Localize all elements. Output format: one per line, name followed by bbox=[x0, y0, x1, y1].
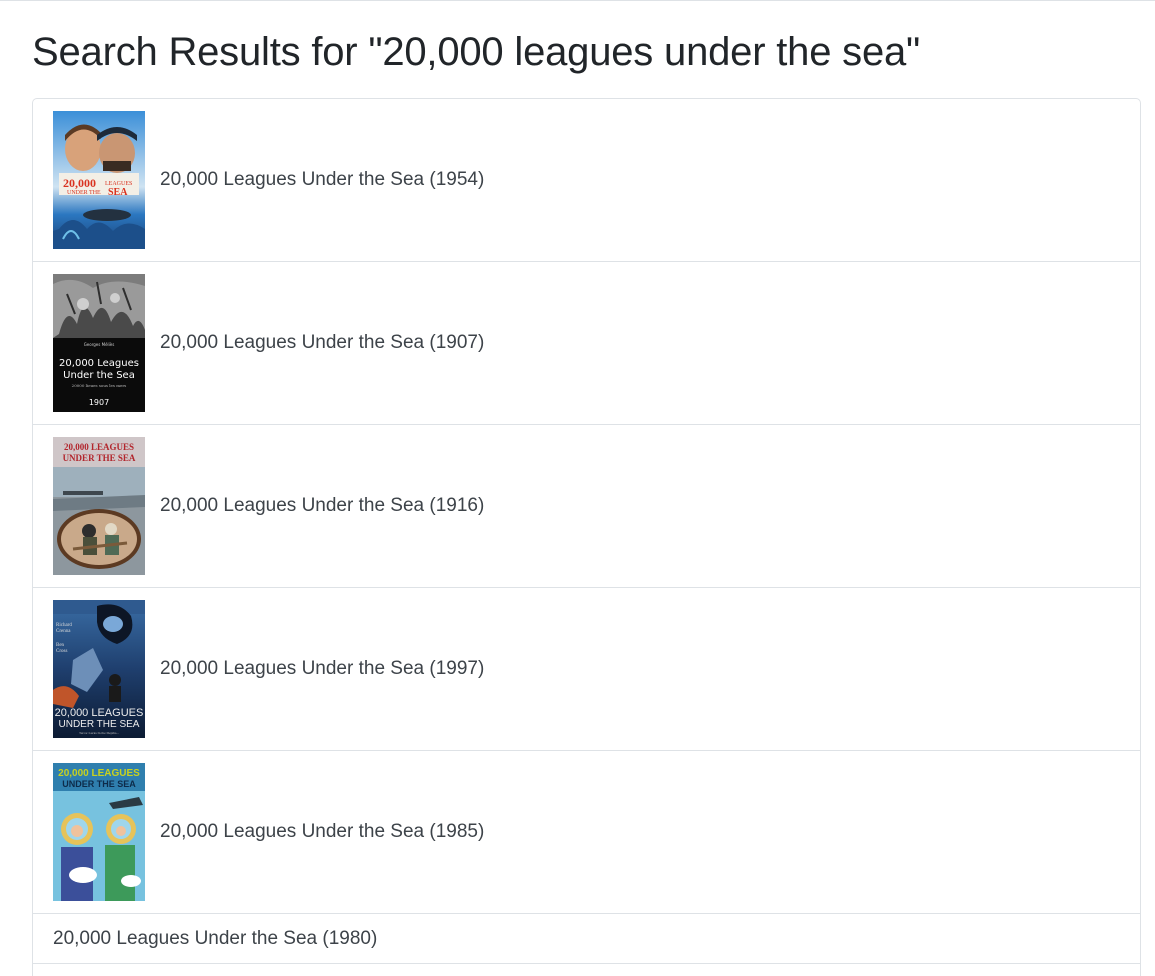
svg-text:20,000 LEAGUES: 20,000 LEAGUES bbox=[55, 707, 144, 719]
svg-text:Richard: Richard bbox=[56, 623, 72, 628]
result-item-1985[interactable]: 20,000 LEAGUES UNDER THE SEA 20,000 Leag… bbox=[33, 751, 1140, 914]
movie-poster-1907-icon[interactable]: Georges Méliès 20,000 Leagues Under the … bbox=[53, 274, 145, 412]
result-title[interactable]: 20,000 Leagues Under the Sea (1997) bbox=[160, 658, 484, 680]
results-list: 20,000 LEAGUES UNDER THE SEA 20,000 Leag… bbox=[32, 98, 1141, 976]
svg-text:Crenna: Crenna bbox=[56, 629, 71, 634]
svg-text:UNDER THE SEA: UNDER THE SEA bbox=[59, 719, 140, 730]
movie-poster-1997-icon[interactable]: Richard Crenna Ben Cross 20,000 LEAGUES … bbox=[53, 600, 145, 738]
svg-text:Ben: Ben bbox=[56, 643, 65, 648]
svg-text:20,000 Leagues: 20,000 Leagues bbox=[59, 358, 139, 369]
svg-text:20000 lieues sous les mers: 20000 lieues sous les mers bbox=[72, 383, 127, 388]
movie-poster-1985-icon[interactable]: 20,000 LEAGUES UNDER THE SEA bbox=[53, 763, 145, 901]
svg-text:Under the Sea: Under the Sea bbox=[63, 370, 135, 381]
svg-text:20,000 LEAGUES: 20,000 LEAGUES bbox=[58, 768, 140, 779]
result-title[interactable]: 20,000 Leagues Under the Sea (1985) bbox=[160, 821, 484, 843]
svg-text:UNDER THE: UNDER THE bbox=[67, 190, 101, 196]
result-item-next-partial bbox=[33, 964, 1140, 976]
result-item-1907[interactable]: Georges Méliès 20,000 Leagues Under the … bbox=[33, 262, 1140, 425]
movie-poster-1954-icon[interactable]: 20,000 LEAGUES UNDER THE SEA bbox=[53, 111, 145, 249]
svg-text:UNDER THE SEA: UNDER THE SEA bbox=[62, 779, 136, 789]
result-title[interactable]: 20,000 Leagues Under the Sea (1954) bbox=[160, 169, 484, 191]
result-title[interactable]: 20,000 Leagues Under the Sea (1916) bbox=[160, 495, 484, 517]
page-title: Search Results for "20,000 leagues under… bbox=[32, 30, 921, 74]
svg-text:20,000 LEAGUES: 20,000 LEAGUES bbox=[64, 442, 134, 452]
result-item-1916[interactable]: 20,000 LEAGUES UNDER THE SEA 20,000 Leag… bbox=[33, 425, 1140, 588]
top-border bbox=[0, 0, 1155, 1]
svg-text:Cross: Cross bbox=[56, 649, 67, 654]
svg-text:Georges Méliès: Georges Méliès bbox=[84, 342, 115, 347]
result-item-1997[interactable]: Richard Crenna Ben Cross 20,000 LEAGUES … bbox=[33, 588, 1140, 751]
result-title[interactable]: 20,000 Leagues Under the Sea (1980) bbox=[53, 928, 377, 950]
svg-text:1907: 1907 bbox=[89, 398, 109, 407]
result-title[interactable]: 20,000 Leagues Under the Sea (1907) bbox=[160, 332, 484, 354]
svg-text:UNDER THE SEA: UNDER THE SEA bbox=[63, 453, 136, 463]
svg-text:SEA: SEA bbox=[108, 187, 128, 198]
result-item-1954[interactable]: 20,000 LEAGUES UNDER THE SEA 20,000 Leag… bbox=[33, 99, 1140, 262]
result-item-1980[interactable]: 20,000 Leagues Under the Sea (1980) bbox=[33, 914, 1140, 964]
movie-poster-1916-icon[interactable]: 20,000 LEAGUES UNDER THE SEA bbox=[53, 437, 145, 575]
svg-text:20,000: 20,000 bbox=[63, 176, 96, 190]
svg-text:Terror Lurks In the Depths...: Terror Lurks In the Depths... bbox=[79, 731, 119, 735]
